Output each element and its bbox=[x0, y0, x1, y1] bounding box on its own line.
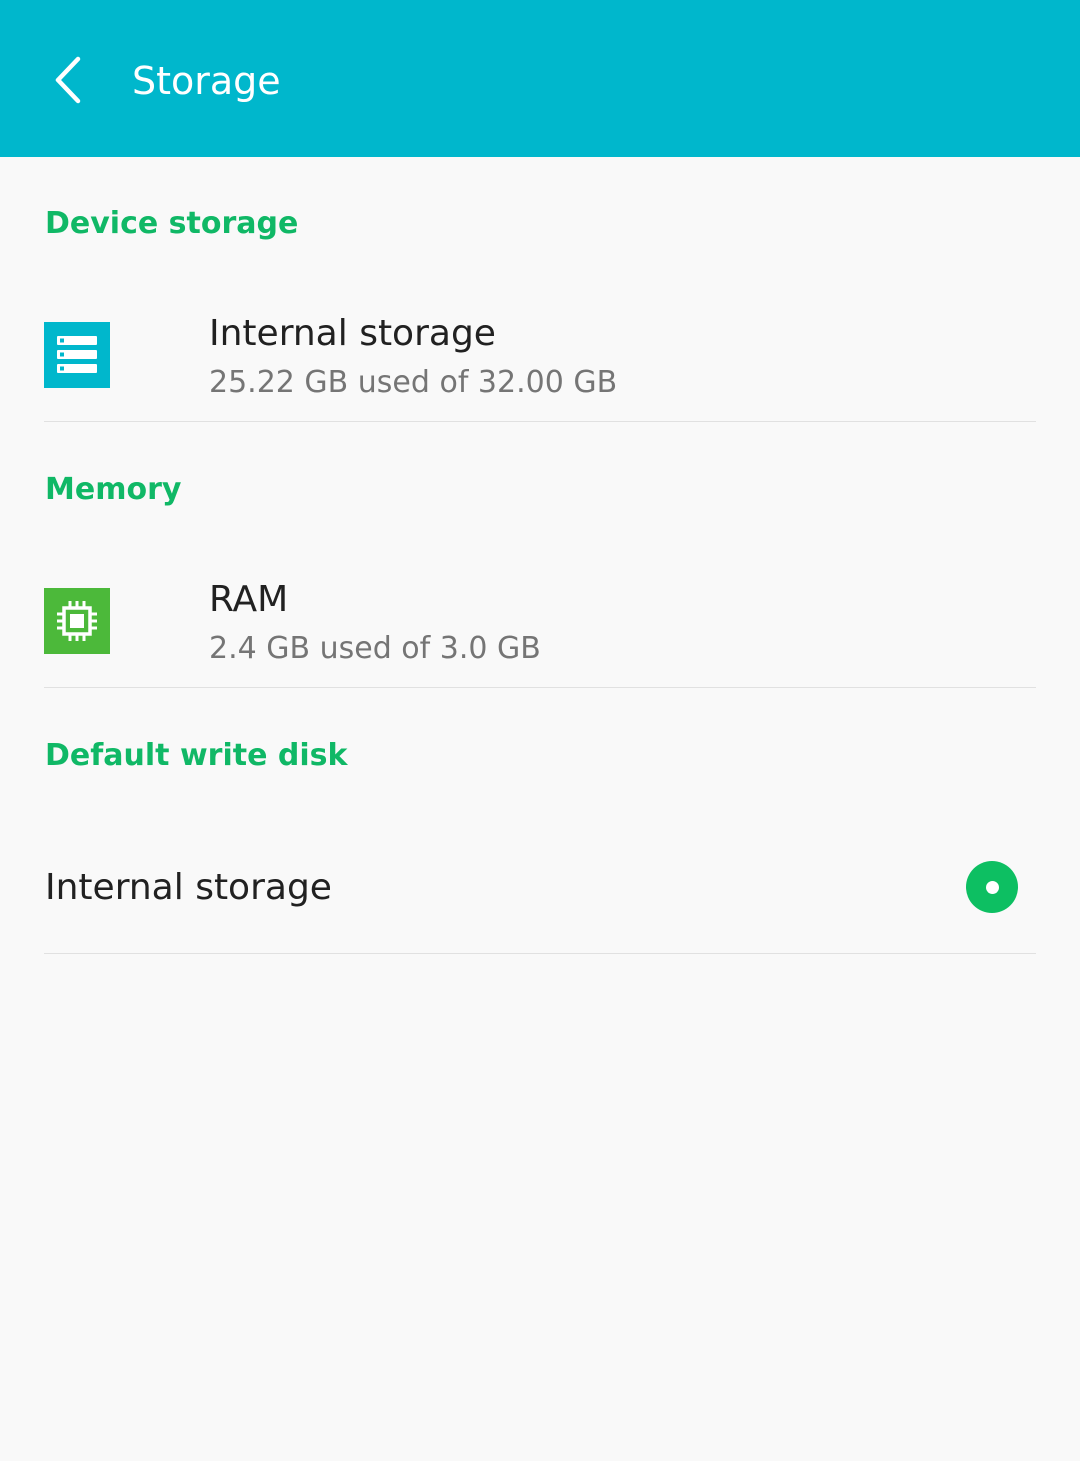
internal-storage-item[interactable]: Internal storage 25.22 GB used of 32.00 … bbox=[44, 288, 1036, 422]
default-disk-internal-storage-title: Internal storage bbox=[45, 867, 332, 908]
chip-icon bbox=[44, 588, 110, 654]
ram-title: RAM bbox=[209, 579, 289, 620]
app-bar: Storage bbox=[0, 0, 1080, 157]
storage-icon bbox=[44, 322, 110, 388]
page-title: Storage bbox=[132, 59, 281, 103]
section-header-device-storage: Device storage bbox=[45, 206, 299, 241]
radio-button-selected[interactable] bbox=[966, 861, 1018, 913]
ram-summary: 2.4 GB used of 3.0 GB bbox=[209, 631, 541, 666]
radio-dot-icon bbox=[985, 880, 999, 894]
section-header-memory: Memory bbox=[45, 472, 182, 507]
chevron-left-icon bbox=[55, 56, 81, 104]
back-button[interactable] bbox=[36, 46, 100, 114]
default-disk-internal-storage-item[interactable]: Internal storage bbox=[44, 820, 1036, 954]
internal-storage-title: Internal storage bbox=[209, 313, 496, 354]
internal-storage-summary: 25.22 GB used of 32.00 GB bbox=[209, 365, 618, 400]
section-header-default-write-disk: Default write disk bbox=[45, 738, 348, 773]
ram-item[interactable]: RAM 2.4 GB used of 3.0 GB bbox=[44, 554, 1036, 688]
